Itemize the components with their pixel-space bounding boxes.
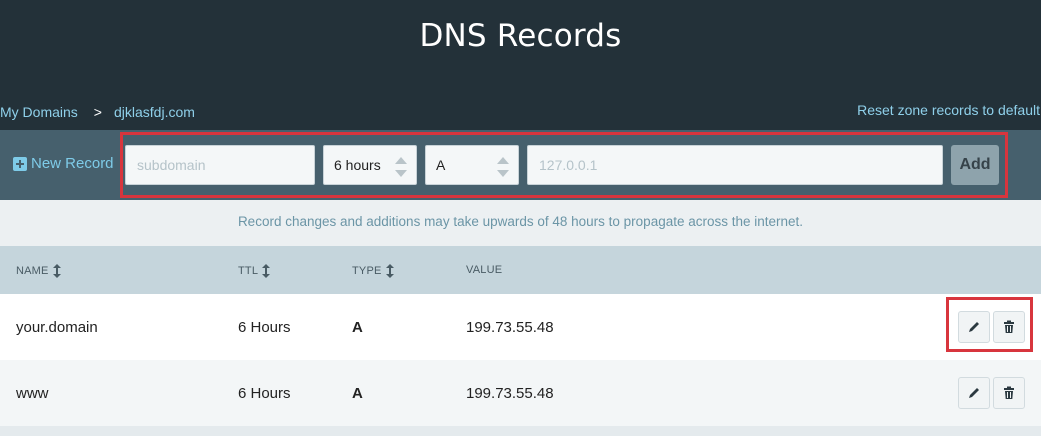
table-row: your.domain 6 Hours A 199.73.55.48	[0, 294, 1041, 360]
column-header-type-label: TYPE	[352, 265, 382, 277]
edit-record-button[interactable]	[958, 377, 990, 409]
record-type: A	[352, 319, 363, 336]
sort-icon[interactable]	[385, 264, 394, 278]
breadcrumb-separator: >	[93, 104, 102, 120]
table-row: www 6 Hours A 199.73.55.48	[0, 360, 1041, 426]
propagation-notice: Record changes and additions may take up…	[237, 214, 804, 229]
table-header	[0, 246, 1041, 294]
reset-zone-records-link[interactable]: Reset zone records to default	[857, 102, 1040, 118]
column-header-name-label: NAME	[16, 265, 49, 277]
column-header-ttl-label: TTL	[238, 265, 259, 277]
column-header-value: VALUE	[466, 264, 502, 276]
plus-icon	[13, 156, 27, 171]
record-value: 199.73.55.48	[466, 385, 554, 402]
new-record-button[interactable]: New Record	[13, 155, 114, 172]
sort-icon[interactable]	[52, 264, 61, 278]
record-value: 199.73.55.48	[466, 319, 554, 336]
record-type: A	[352, 385, 363, 402]
record-ttl: 6 Hours	[238, 319, 291, 336]
pencil-icon	[969, 388, 979, 398]
page-title: DNS Records	[419, 18, 622, 54]
new-record-label: New Record	[31, 155, 114, 172]
new-record-form-highlight	[120, 132, 1008, 198]
column-header-value-label: VALUE	[466, 264, 503, 276]
column-header-type[interactable]: TYPE	[352, 264, 394, 278]
sort-icon[interactable]	[262, 264, 271, 278]
record-ttl: 6 Hours	[238, 385, 291, 402]
breadcrumb: My Domains > djklasfdj.com	[0, 102, 195, 122]
delete-record-button[interactable]	[993, 377, 1025, 409]
record-name: your.domain	[16, 319, 98, 336]
breadcrumb-current-domain[interactable]: djklasfdj.com	[114, 104, 195, 120]
table-bottom-strip	[0, 426, 1041, 436]
row-actions-highlight	[946, 297, 1033, 352]
record-name: www	[16, 385, 49, 402]
trash-icon	[1004, 386, 1014, 399]
column-header-name[interactable]: NAME	[16, 264, 61, 278]
breadcrumb-my-domains[interactable]: My Domains	[0, 104, 78, 120]
column-header-ttl[interactable]: TTL	[238, 264, 271, 278]
